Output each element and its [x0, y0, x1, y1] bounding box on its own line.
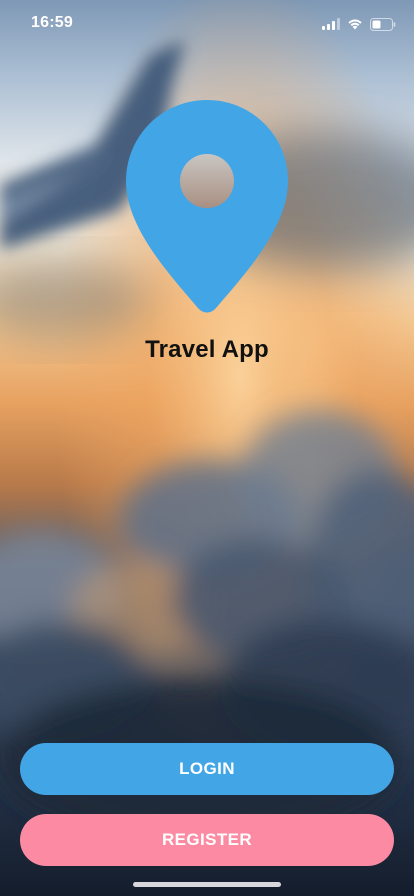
status-bar: 16:59: [0, 0, 414, 48]
status-time: 16:59: [31, 14, 73, 31]
home-indicator[interactable]: [133, 882, 281, 887]
register-button[interactable]: REGISTER: [20, 814, 394, 866]
status-icons: [322, 16, 396, 32]
app-title: Travel App: [145, 336, 269, 363]
wifi-icon: [347, 18, 363, 30]
location-pin-icon: [126, 100, 288, 316]
app-screen: 16:59 Travel App LOGIN REGISTER: [0, 0, 414, 896]
cellular-signal-icon: [322, 18, 340, 30]
battery-icon: [370, 17, 396, 31]
login-button[interactable]: LOGIN: [20, 743, 394, 795]
